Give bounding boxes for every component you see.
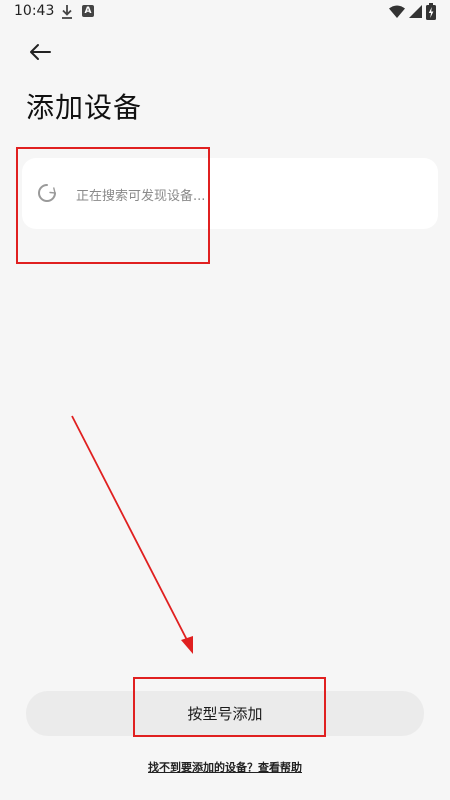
download-icon	[62, 5, 72, 19]
add-device-screen: 10:43 A 添加设备 正在搜索可发现设备... 按型号添加 找不到要添加的设…	[0, 0, 450, 800]
back-button[interactable]	[24, 38, 56, 66]
device-search-card: 正在搜索可发现设备...	[22, 158, 438, 229]
search-status-text: 正在搜索可发现设备...	[76, 189, 206, 204]
add-by-model-button[interactable]: 按型号添加	[26, 691, 424, 736]
page-title: 添加设备	[26, 91, 143, 124]
wifi-icon	[389, 5, 405, 18]
signal-icon	[409, 5, 422, 18]
battery-charging-icon	[426, 3, 436, 20]
arrow-left-icon	[30, 44, 51, 60]
status-time: 10:43	[14, 3, 55, 19]
status-bar: 10:43 A	[0, 0, 450, 26]
app-notification-icon: A	[82, 5, 94, 17]
loading-spinner-icon	[38, 184, 56, 202]
help-link[interactable]: 找不到要添加的设备？查看帮助	[0, 759, 450, 775]
